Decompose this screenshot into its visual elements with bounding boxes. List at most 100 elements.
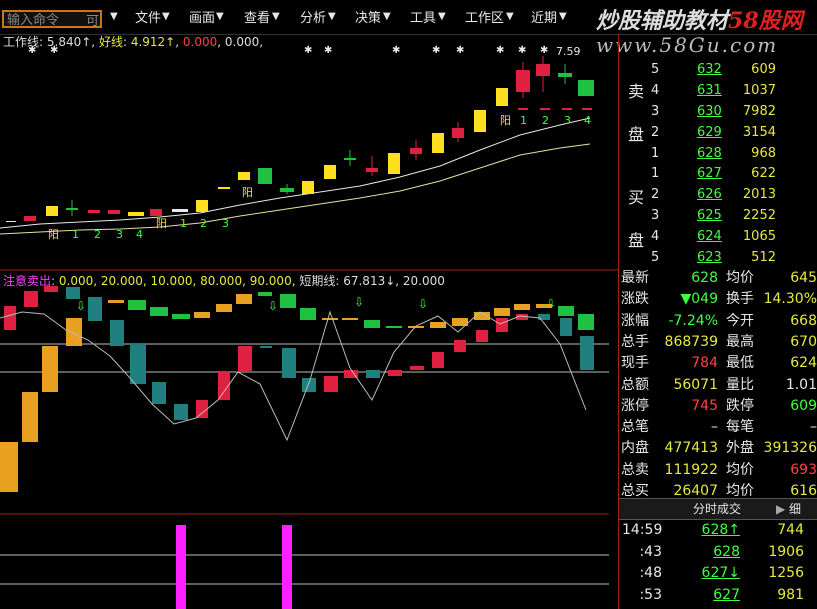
svg-text:2: 2 bbox=[200, 217, 207, 230]
brand-url: www.58Gu.com bbox=[596, 33, 779, 57]
svg-text:1: 1 bbox=[72, 228, 79, 241]
stat-value: 745 bbox=[691, 397, 718, 414]
stat-value: 645 bbox=[790, 270, 817, 286]
svg-text:✱: ✱ bbox=[392, 45, 400, 56]
svg-text:阳: 阳 bbox=[500, 114, 511, 127]
tick-time: :53 bbox=[639, 586, 662, 603]
svg-text:1: 1 bbox=[520, 114, 527, 127]
buy-price[interactable]: 624 bbox=[697, 227, 722, 247]
tick-volume: 744 bbox=[777, 522, 804, 538]
stat-label: 今开 bbox=[726, 312, 754, 329]
stat-value: 628 bbox=[691, 270, 718, 286]
svg-text:✱: ✱ bbox=[50, 45, 58, 56]
stat-label: 每笔 bbox=[726, 419, 754, 436]
sell-level: 4 bbox=[651, 83, 660, 98]
tick-time: :48 bbox=[639, 565, 662, 581]
stat-label: 总额 bbox=[621, 376, 649, 393]
svg-text:3: 3 bbox=[116, 228, 123, 241]
svg-text:⇩: ⇩ bbox=[268, 299, 278, 313]
sell-volume: 3154 bbox=[742, 125, 776, 140]
stat-value: 693 bbox=[790, 461, 817, 478]
stat-label: 最新 bbox=[621, 270, 649, 286]
stat-label: 总手 bbox=[621, 333, 649, 350]
buy-price[interactable]: 625 bbox=[697, 206, 722, 226]
stat-value: 784 bbox=[691, 355, 718, 372]
stat-label: 跌停 bbox=[726, 397, 754, 414]
sell-side-title: 卖 bbox=[628, 82, 645, 101]
stat-value: – bbox=[810, 419, 817, 436]
stat-label: 涨停 bbox=[621, 397, 649, 414]
volume-bar bbox=[282, 525, 292, 609]
svg-text:4: 4 bbox=[584, 114, 591, 127]
sell-price[interactable]: 629 bbox=[697, 123, 722, 143]
svg-text:✱: ✱ bbox=[496, 45, 504, 56]
svg-text:✱: ✱ bbox=[540, 45, 548, 56]
sell-level: 3 bbox=[651, 104, 660, 119]
svg-text:⇩: ⇩ bbox=[546, 297, 556, 311]
tick-title: 分时成交 bbox=[693, 502, 742, 516]
sell-side-title: 盘 bbox=[628, 125, 645, 144]
sell-price[interactable]: 632 bbox=[697, 60, 722, 80]
stat-value: 670 bbox=[790, 333, 817, 350]
sell-volume: 609 bbox=[751, 62, 776, 77]
stat-value: -7.24% bbox=[668, 312, 718, 329]
svg-text:✱: ✱ bbox=[28, 45, 36, 56]
buy-level: 3 bbox=[651, 208, 660, 223]
buy-volume: 512 bbox=[751, 250, 776, 265]
tick-time: 14:59 bbox=[622, 522, 663, 538]
indicator-bars bbox=[0, 286, 594, 492]
stat-value: ▼049 bbox=[680, 291, 719, 308]
tick-price: 627 bbox=[713, 586, 740, 603]
stat-value: 624 bbox=[790, 355, 817, 372]
tick-price: 627↓ bbox=[701, 565, 740, 581]
candlestick-chart[interactable]: ✱ ✱ ✱ ✱ ✱ ✱ ✱ ✱ ✱ ✱ 7.59 阳 1 2 3 4 阳 1 2 3 阳 阳… bbox=[0, 0, 619, 609]
sell-price[interactable]: 628 bbox=[697, 144, 722, 164]
pattern-labels: 阳 1 2 3 4 阳 1 2 3 阳 阳 1 2 3 4 bbox=[48, 114, 591, 241]
stat-label: 均价 bbox=[726, 270, 754, 286]
svg-text:✱: ✱ bbox=[456, 45, 464, 56]
buy-side-title: 盘 bbox=[628, 231, 645, 250]
stat-value: 56071 bbox=[673, 376, 718, 393]
tick-volume: 1256 bbox=[768, 565, 804, 581]
stat-label: 涨跌 bbox=[621, 291, 649, 308]
tick-volume: 981 bbox=[777, 586, 804, 603]
sell-level: 1 bbox=[651, 146, 660, 161]
stat-value: 391326 bbox=[763, 440, 817, 457]
stat-value: 1.01 bbox=[785, 376, 817, 393]
svg-text:阳: 阳 bbox=[242, 186, 253, 199]
buy-level: 4 bbox=[651, 229, 660, 244]
svg-text:1: 1 bbox=[180, 217, 187, 230]
stat-label: 换手 bbox=[726, 291, 754, 308]
sell-price[interactable]: 630 bbox=[697, 102, 722, 122]
stat-label: 总笔 bbox=[621, 419, 649, 436]
buy-level: 1 bbox=[651, 166, 660, 181]
sell-arrow-icons: ⇩ ⇩ ⇩ ⇩ ⇩ bbox=[76, 295, 556, 313]
stat-label: 现手 bbox=[621, 355, 649, 372]
tick-volume: 1906 bbox=[768, 543, 804, 560]
svg-text:✱: ✱ bbox=[304, 45, 312, 56]
svg-text:⇩: ⇩ bbox=[76, 299, 86, 313]
stat-label: 量比 bbox=[726, 376, 754, 393]
svg-text:✱: ✱ bbox=[432, 45, 440, 56]
buy-price[interactable]: 626 bbox=[697, 185, 722, 205]
buy-volume: 2013 bbox=[742, 187, 776, 202]
stat-value: 668 bbox=[790, 312, 817, 329]
buy-volume: 622 bbox=[751, 166, 776, 181]
svg-text:3: 3 bbox=[564, 114, 571, 127]
stat-label: 最高 bbox=[726, 333, 754, 350]
buy-price[interactable]: 623 bbox=[697, 248, 722, 268]
buy-price[interactable]: 627 bbox=[697, 164, 722, 184]
buy-volume: 1065 bbox=[742, 229, 776, 244]
svg-text:⇩: ⇩ bbox=[418, 297, 428, 311]
sell-volume: 7982 bbox=[742, 104, 776, 119]
buy-level: 5 bbox=[651, 250, 660, 265]
svg-text:阳: 阳 bbox=[48, 228, 59, 241]
stat-value: 14.30% bbox=[763, 291, 817, 308]
svg-text:2: 2 bbox=[94, 228, 101, 241]
sell-price[interactable]: 631 bbox=[697, 81, 722, 101]
svg-text:✱: ✱ bbox=[518, 45, 526, 56]
stat-value: 477413 bbox=[664, 440, 718, 457]
svg-text:✱: ✱ bbox=[324, 45, 332, 56]
volume-bar bbox=[176, 525, 186, 609]
tick-detail-button[interactable]: ▶ 细 bbox=[776, 500, 801, 517]
